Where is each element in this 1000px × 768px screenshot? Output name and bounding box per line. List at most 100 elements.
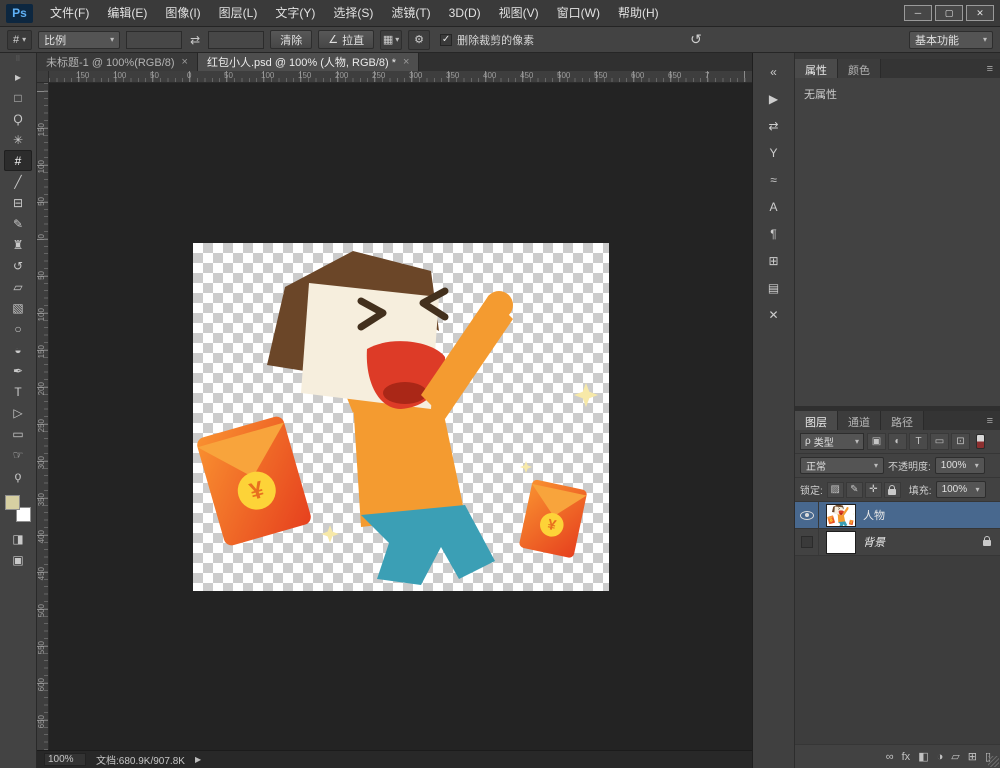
- eyedropper-tool[interactable]: ╱: [4, 171, 32, 192]
- paragraph-panel-icon[interactable]: ¶: [761, 223, 787, 244]
- document-tab-1[interactable]: 红包小人.psd @ 100% (人物, RGB/8) *×: [198, 53, 419, 71]
- filter-type-icon[interactable]: T: [909, 433, 928, 450]
- canvas-image[interactable]: ¥ ¥: [193, 243, 609, 591]
- clear-button[interactable]: 清除: [270, 30, 312, 49]
- lock-all-icon[interactable]: [884, 482, 901, 498]
- menu-item-1[interactable]: 编辑(E): [98, 0, 156, 26]
- filter-pixel-icon[interactable]: ▣: [867, 433, 886, 450]
- blur-tool[interactable]: ○: [4, 318, 32, 339]
- canvas-viewport[interactable]: ¥ ¥: [49, 83, 752, 750]
- filter-shape-icon[interactable]: ▭: [930, 433, 949, 450]
- layer-row-1[interactable]: 背景: [795, 529, 1000, 556]
- gradient-tool[interactable]: ▧: [4, 297, 32, 318]
- maximize-button[interactable]: ▢: [935, 5, 963, 21]
- properties-tab-1[interactable]: 颜色: [838, 59, 881, 78]
- ratio-dropdown[interactable]: 比例 ▾: [38, 31, 120, 49]
- minimize-button[interactable]: ─: [904, 5, 932, 21]
- character-panel-icon[interactable]: A: [761, 196, 787, 217]
- filter-toggle-switch[interactable]: [976, 434, 985, 449]
- menu-item-4[interactable]: 文字(Y): [266, 0, 324, 26]
- document-tab-0[interactable]: 未标题-1 @ 100%(RGB/8)×: [37, 53, 198, 71]
- quick-mask-icon[interactable]: ◨: [4, 528, 32, 549]
- menu-item-5[interactable]: 选择(S): [324, 0, 382, 26]
- swap-dimensions-icon[interactable]: ⇄: [188, 33, 202, 47]
- brush-tool[interactable]: ✎: [4, 213, 32, 234]
- layers-tab-2[interactable]: 路径: [881, 411, 924, 430]
- type-tool[interactable]: T: [4, 381, 32, 402]
- tab-close-icon[interactable]: ×: [403, 56, 409, 68]
- clone-source-panel-icon[interactable]: ⊞: [761, 250, 787, 271]
- window-resize-grip[interactable]: [988, 756, 999, 767]
- crop-height-input[interactable]: [208, 31, 264, 49]
- reset-button[interactable]: ↺: [690, 31, 702, 48]
- measure-panel-icon[interactable]: ✕: [761, 304, 787, 325]
- visibility-toggle[interactable]: [795, 529, 819, 555]
- menu-item-10[interactable]: 帮助(H): [609, 0, 668, 26]
- clone-stamp-tool[interactable]: ♜: [4, 234, 32, 255]
- tool-preset-dropdown[interactable]: # ▾: [7, 30, 32, 50]
- info-panel-icon[interactable]: ▤: [761, 277, 787, 298]
- screen-mode-icon[interactable]: ▣: [4, 549, 32, 570]
- foreground-color-swatch[interactable]: [5, 495, 20, 510]
- zoom-tool[interactable]: ϙ: [4, 465, 32, 486]
- close-button[interactable]: ✕: [966, 5, 994, 21]
- new-layer-icon[interactable]: ⊞: [968, 750, 977, 763]
- crop-width-input[interactable]: [126, 31, 182, 49]
- toolbar-grip[interactable]: ⠿: [15, 56, 20, 64]
- opacity-dropdown[interactable]: 100% ▾: [935, 457, 985, 474]
- menu-item-3[interactable]: 图层(L): [210, 0, 267, 26]
- expand-panels-panel-icon[interactable]: «: [761, 61, 787, 82]
- status-expand-icon[interactable]: ▶: [195, 755, 201, 764]
- lasso-tool[interactable]: Ϙ: [4, 108, 32, 129]
- pen-tool[interactable]: ✒: [4, 360, 32, 381]
- filter-type-dropdown[interactable]: ρ 类型 ▾: [800, 433, 864, 450]
- visibility-toggle[interactable]: [795, 502, 819, 528]
- dodge-tool[interactable]: ◒: [4, 339, 32, 360]
- menu-item-6[interactable]: 滤镜(T): [382, 0, 439, 26]
- lock-pixels-icon[interactable]: ✎: [846, 482, 863, 498]
- layer-mask-icon[interactable]: ◧: [918, 750, 928, 763]
- overlay-options-button[interactable]: ▦ ▾: [380, 30, 402, 50]
- properties-menu-icon[interactable]: ≡: [987, 59, 1000, 78]
- layer-row-0[interactable]: 人物: [795, 502, 1000, 529]
- tab-close-icon[interactable]: ×: [182, 56, 188, 68]
- history-panel-icon[interactable]: ⇄: [761, 115, 787, 136]
- menu-item-8[interactable]: 视图(V): [490, 0, 548, 26]
- menu-item-2[interactable]: 图像(I): [156, 0, 209, 26]
- layers-tab-1[interactable]: 通道: [838, 411, 881, 430]
- history-brush-tool[interactable]: ↺: [4, 255, 32, 276]
- eraser-tool[interactable]: ▱: [4, 276, 32, 297]
- actions-panel-icon[interactable]: ▶: [761, 88, 787, 109]
- move-tool[interactable]: ▸: [4, 66, 32, 87]
- workspace-switcher[interactable]: 基本功能 ▾: [909, 31, 993, 49]
- delete-cropped-checkbox[interactable]: ✓: [440, 34, 452, 46]
- adjustment-layer-icon[interactable]: ◑: [937, 751, 944, 763]
- menu-item-0[interactable]: 文件(F): [41, 0, 98, 26]
- marquee-tool[interactable]: □: [4, 87, 32, 108]
- hand-tool[interactable]: ☞: [4, 444, 32, 465]
- layer-group-icon[interactable]: ▱: [951, 750, 959, 763]
- menu-item-7[interactable]: 3D(D): [440, 0, 490, 26]
- properties-tab-0[interactable]: 属性: [795, 59, 838, 78]
- layers-menu-icon[interactable]: ≡: [987, 411, 1000, 430]
- link-layers-icon[interactable]: ∞: [886, 751, 894, 763]
- quick-selection-tool[interactable]: ✳: [4, 129, 32, 150]
- shape-tool[interactable]: ▭: [4, 423, 32, 444]
- layers-tab-0[interactable]: 图层: [795, 411, 838, 430]
- healing-brush-tool[interactable]: ⊟: [4, 192, 32, 213]
- lock-position-icon[interactable]: ✛: [865, 482, 882, 498]
- filter-adjustment-icon[interactable]: ◐: [888, 433, 907, 450]
- path-selection-tool[interactable]: ▷: [4, 402, 32, 423]
- zoom-level-field[interactable]: 100%: [44, 753, 86, 766]
- styles-panel-icon[interactable]: Y: [761, 142, 787, 163]
- filter-smart-object-icon[interactable]: ⊡: [951, 433, 970, 450]
- menu-item-9[interactable]: 窗口(W): [548, 0, 609, 26]
- blend-mode-dropdown[interactable]: 正常 ▾: [800, 457, 884, 474]
- lock-transparency-icon[interactable]: ▨: [827, 482, 844, 498]
- straighten-button[interactable]: ∠ 拉直: [318, 30, 374, 49]
- adjustments-panel-icon[interactable]: ≈: [761, 169, 787, 190]
- crop-settings-button[interactable]: ⚙: [408, 30, 430, 50]
- layer-style-icon[interactable]: fx: [902, 751, 911, 763]
- crop-tool[interactable]: #: [4, 150, 32, 171]
- fill-dropdown[interactable]: 100% ▾: [936, 481, 986, 498]
